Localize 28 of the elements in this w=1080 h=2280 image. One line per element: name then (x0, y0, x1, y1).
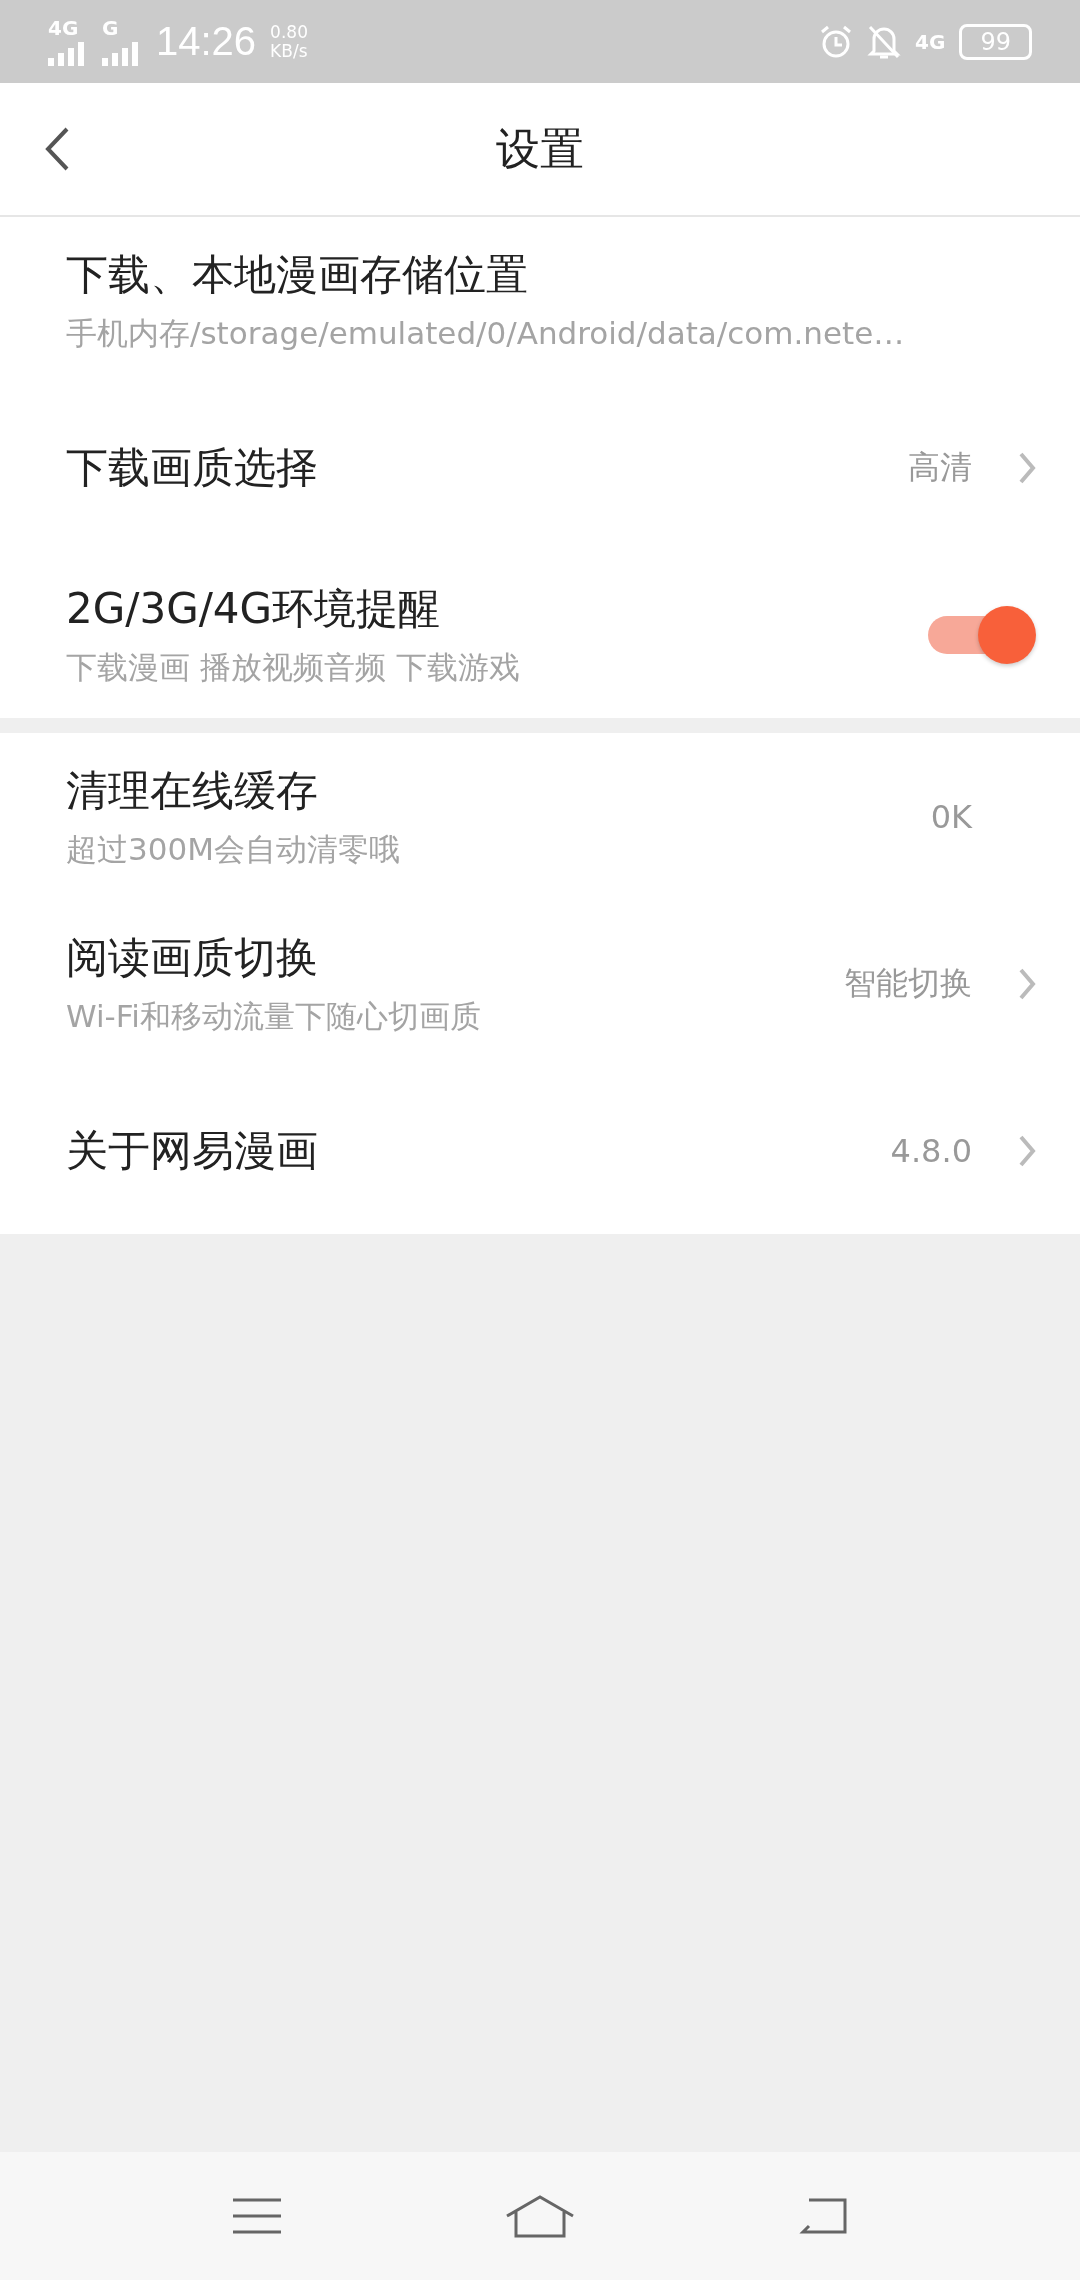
settings-row[interactable]: 关于网易漫画 4.8.0 (0, 1067, 1080, 1234)
notifications-off-icon (867, 23, 902, 60)
settings-row[interactable]: 下载画质选择 高清 (0, 384, 1080, 551)
row-subtitle: 下载漫画 播放视频音频 下载游戏 (66, 647, 521, 687)
row-title: 清理在线缓存 (66, 764, 319, 817)
back-icon[interactable] (797, 2196, 850, 2236)
row-title: 关于网易漫画 (66, 1124, 319, 1177)
row-title: 下载、本地漫画存储位置 (66, 248, 529, 301)
row-title: 下载画质选择 (66, 441, 319, 494)
toggle-switch[interactable] (928, 605, 1036, 664)
home-icon[interactable] (504, 2194, 576, 2238)
settings-row[interactable]: 下载、本地漫画存储位置 手机内存/storage/emulated/0/Android/data/com.nete… (0, 217, 1080, 384)
row-value: 0K (930, 797, 972, 836)
alarm-icon (819, 24, 854, 59)
row-subtitle: Wi-Fi和移动流量下随心切画质 (66, 996, 482, 1036)
settings-row[interactable]: 阅读画质切换 Wi-Fi和移动流量下随心切画质 智能切换 (0, 900, 1080, 1067)
row-title: 阅读画质切换 (66, 931, 319, 984)
row-value: 4.8.0 (890, 1131, 972, 1170)
row-title: 2G/3G/4G环境提醒 (66, 582, 442, 635)
row-value: 高清 (908, 446, 972, 488)
settings-row[interactable]: 清理在线缓存 超过300M会自动清零哦 0K (0, 733, 1080, 900)
row-subtitle: 手机内存/storage/emulated/0/Android/data/com.nete… (66, 313, 906, 353)
back-icon[interactable] (44, 126, 70, 172)
row-value: 智能切换 (844, 962, 972, 1004)
settings-row[interactable]: 2G/3G/4G环境提醒 下载漫画 播放视频音频 下载游戏 (0, 551, 1080, 718)
row-subtitle: 超过300M会自动清零哦 (66, 829, 401, 869)
menu-icon[interactable] (230, 2196, 283, 2236)
page-title: 设置 (496, 121, 584, 176)
